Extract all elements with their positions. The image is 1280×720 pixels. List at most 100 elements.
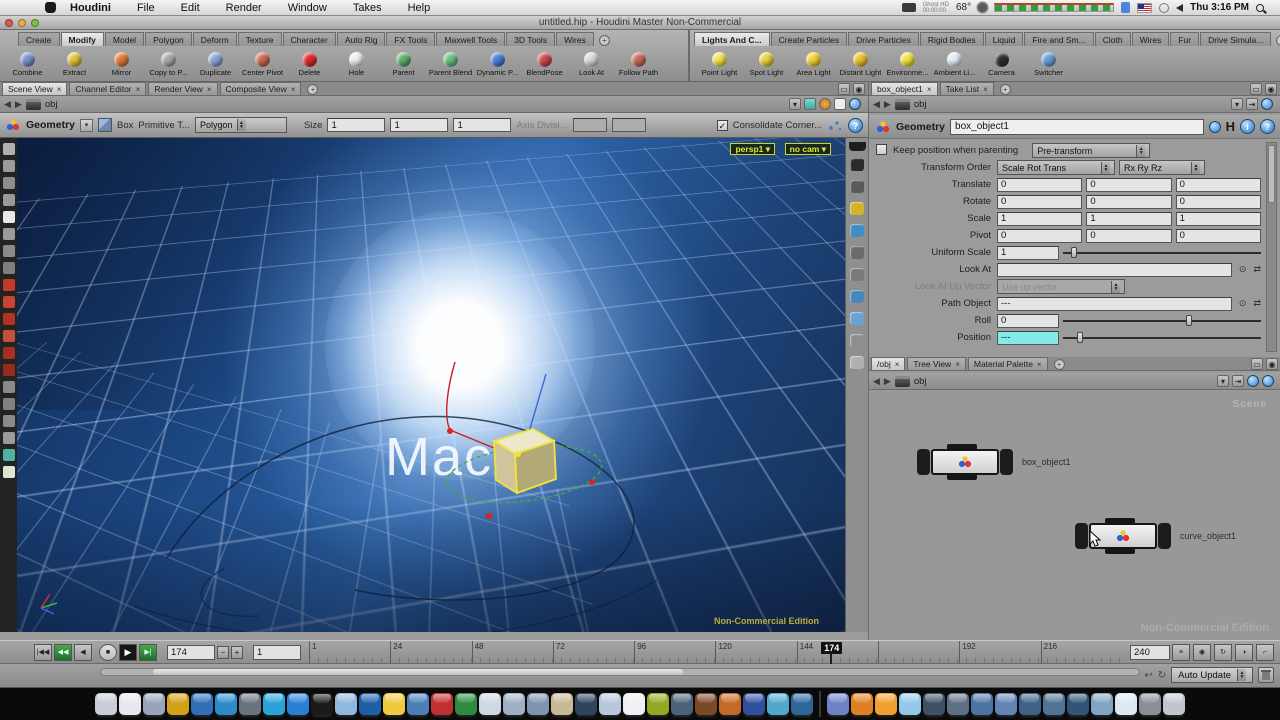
bluetooth-icon[interactable] xyxy=(1121,2,1130,13)
node-name-field[interactable]: box_object1 xyxy=(950,119,1204,135)
dock-app-icon[interactable] xyxy=(143,693,165,715)
playback-button[interactable]: ▶ xyxy=(119,644,137,661)
dock-app-icon[interactable] xyxy=(647,693,669,715)
shelf-tool-button[interactable]: Mirror xyxy=(98,52,145,77)
viewport-toolbox-icon[interactable] xyxy=(3,466,15,478)
shelf-tab[interactable]: Model xyxy=(105,32,144,46)
shelf-tab[interactable]: Maxwell Tools xyxy=(436,32,505,46)
viewport-option-icon[interactable] xyxy=(850,268,864,281)
dock-app-icon[interactable] xyxy=(971,693,993,715)
scrollbar-thumb[interactable] xyxy=(153,669,683,675)
nav-back-icon[interactable]: ◀ xyxy=(873,376,880,387)
menu-item[interactable]: File xyxy=(137,2,155,14)
nav-back-icon[interactable]: ◀ xyxy=(873,99,880,110)
node-right-flag[interactable] xyxy=(1158,523,1171,549)
pane-link-icon[interactable] xyxy=(1247,375,1259,387)
snapshot-icon[interactable] xyxy=(804,98,816,110)
path-dropdown-icon[interactable]: ▾ xyxy=(1217,375,1229,387)
rotate-y-field[interactable]: 0 xyxy=(1086,195,1171,209)
shelf-tool-button[interactable]: Parent xyxy=(380,52,427,77)
end-frame-field[interactable]: 240 xyxy=(1130,645,1170,660)
path-text[interactable]: obj xyxy=(45,99,58,110)
display-recorder-icon[interactable] xyxy=(902,3,916,12)
shelf-tab[interactable]: Fur xyxy=(1170,32,1199,46)
activity-graph-icon[interactable] xyxy=(994,3,1114,12)
dock-app-icon[interactable] xyxy=(263,693,285,715)
uniform-scale-slider[interactable] xyxy=(1063,246,1261,259)
pane-link-icon[interactable] xyxy=(1261,98,1273,110)
size-x-field[interactable]: 1 xyxy=(327,118,385,132)
dock-app-icon[interactable] xyxy=(1043,693,1065,715)
viewport-option-icon[interactable] xyxy=(850,224,864,237)
viewport-option-icon[interactable] xyxy=(850,312,864,325)
context-icon[interactable] xyxy=(895,99,910,110)
dock-app-icon[interactable] xyxy=(1067,693,1089,715)
dock-app-icon[interactable] xyxy=(119,693,141,715)
slider-thumb[interactable] xyxy=(1186,315,1192,326)
shelf-tab[interactable]: Rigid Bodies xyxy=(920,32,984,46)
look-at-field[interactable] xyxy=(997,263,1232,277)
shelf-tool-button[interactable]: BlendPose xyxy=(521,52,568,77)
node-flag-icon[interactable] xyxy=(1209,121,1221,133)
dock-app-icon[interactable] xyxy=(743,693,765,715)
shelf-tab[interactable]: Cloth xyxy=(1095,32,1131,46)
pane-tab[interactable]: /obj× xyxy=(871,357,905,370)
shelf-tab[interactable]: Wires xyxy=(1132,32,1170,46)
render-icon[interactable] xyxy=(819,98,831,110)
trash-icon[interactable] xyxy=(1258,667,1274,683)
jump-to-node-icon[interactable]: ⇄ xyxy=(1253,298,1261,309)
path-dropdown-icon[interactable]: ▾ xyxy=(1231,98,1243,110)
viewport-menu-handle[interactable] xyxy=(849,142,866,151)
node-left-flag[interactable] xyxy=(917,449,930,475)
pane-menu-icon[interactable]: ◉ xyxy=(1265,83,1277,95)
viewport-toolbox-icon[interactable] xyxy=(3,296,15,308)
path-dropdown-icon[interactable]: ▾ xyxy=(789,98,801,110)
close-tab-icon[interactable]: × xyxy=(955,360,960,369)
translate-x-field[interactable]: 0 xyxy=(997,178,1082,192)
slider-thumb[interactable] xyxy=(1071,247,1077,258)
close-tab-icon[interactable]: × xyxy=(57,85,62,94)
close-tab-icon[interactable]: × xyxy=(927,85,932,94)
scale-z-field[interactable]: 1 xyxy=(1176,212,1261,226)
dock-app-icon[interactable] xyxy=(1115,693,1137,715)
rotate-z-field[interactable]: 0 xyxy=(1176,195,1261,209)
dock-app-icon[interactable] xyxy=(407,693,429,715)
horizontal-scrollbar[interactable] xyxy=(100,668,1140,676)
shelf-tab[interactable]: Create xyxy=(18,32,60,46)
pane-tab[interactable]: Render View× xyxy=(148,82,217,95)
position-slider[interactable] xyxy=(1063,331,1261,344)
dock-app-icon[interactable] xyxy=(359,693,381,715)
pivot-z-field[interactable]: 0 xyxy=(1176,229,1261,243)
pane-tab[interactable]: box_object1× xyxy=(871,82,938,95)
dock-app-icon[interactable] xyxy=(827,693,849,715)
help-icon[interactable]: ? xyxy=(848,118,863,133)
shelf-tab[interactable]: Fire and Sm... xyxy=(1024,32,1093,46)
window-title-bar[interactable]: untitled.hip - Houdini Master Non-Commer… xyxy=(0,16,1280,30)
viewport-toolbox-icon[interactable] xyxy=(3,432,15,444)
viewport-toolbox-icon[interactable] xyxy=(3,364,15,376)
dock-app-icon[interactable] xyxy=(431,693,453,715)
context-dropdown-icon[interactable]: ▾ xyxy=(80,119,93,132)
pane-menu-icon[interactable]: ◉ xyxy=(853,83,865,95)
temperature-status[interactable]: 68° xyxy=(956,2,971,13)
transform-order-select[interactable]: Scale Rot Trans▲▼ xyxy=(997,160,1115,175)
shelf-tool-button[interactable]: Center Pivot xyxy=(239,52,286,77)
viewport-toolbox-icon[interactable] xyxy=(3,415,15,427)
path-object-field[interactable]: --- xyxy=(997,297,1232,311)
shelf-tab[interactable]: Drive Simula... xyxy=(1200,32,1271,46)
dock-app-icon[interactable] xyxy=(995,693,1017,715)
roll-field[interactable]: 0 xyxy=(997,314,1059,328)
menu-item[interactable]: Houdini xyxy=(70,2,111,14)
pin-icon[interactable]: ⇥ xyxy=(1232,375,1244,387)
maximize-pane-icon[interactable]: ▭ xyxy=(1251,358,1263,370)
dock-app-icon[interactable] xyxy=(1139,693,1161,715)
pane-tab[interactable]: Scene View× xyxy=(2,82,67,95)
param-scrollbar[interactable] xyxy=(1266,142,1277,352)
dock-app-icon[interactable] xyxy=(623,693,645,715)
maximize-pane-icon[interactable]: ▭ xyxy=(1250,83,1262,95)
pretransform-select[interactable]: Pre-transform▲▼ xyxy=(1032,143,1150,158)
pane-tab[interactable]: Tree View× xyxy=(907,357,965,370)
shelf-tool-button[interactable]: Copy to P... xyxy=(145,52,192,77)
step-mode-button[interactable]: ◑ xyxy=(1235,644,1253,661)
shelf-tool-button[interactable]: Duplicate xyxy=(192,52,239,77)
